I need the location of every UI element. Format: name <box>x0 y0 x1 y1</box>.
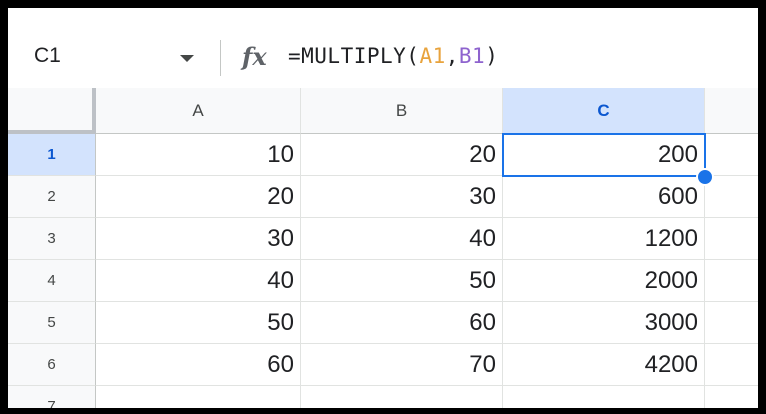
column-header-a[interactable]: A <box>96 88 301 134</box>
cell-a7[interactable] <box>96 386 301 408</box>
column-header-b[interactable]: B <box>301 88 503 134</box>
cell-d6[interactable] <box>705 344 758 386</box>
row-header-7[interactable]: 7 <box>8 386 96 408</box>
formula-ref-a1: A1 <box>419 44 446 68</box>
cell-d2[interactable] <box>705 176 758 218</box>
cell-c2[interactable]: 600 <box>503 176 705 218</box>
cell-a1[interactable]: 10 <box>96 134 301 176</box>
row-header-4[interactable]: 4 <box>8 260 96 302</box>
row-header-5[interactable]: 5 <box>8 302 96 344</box>
cell-d7[interactable] <box>705 386 758 408</box>
cell-c6[interactable]: 4200 <box>503 344 705 386</box>
formula-prefix: =MULTIPLY( <box>288 44 420 68</box>
fill-handle[interactable] <box>696 168 714 186</box>
fx-icon: fx <box>242 42 267 71</box>
cell-c5[interactable]: 3000 <box>503 302 705 344</box>
formula-comma: , <box>445 44 459 68</box>
cell-b5[interactable]: 60 <box>301 302 503 344</box>
cell-c7[interactable] <box>503 386 705 408</box>
name-box-dropdown-icon[interactable] <box>180 55 194 62</box>
cell-b3[interactable]: 40 <box>301 218 503 260</box>
cell-d4[interactable] <box>705 260 758 302</box>
cell-d3[interactable] <box>705 218 758 260</box>
column-header-d[interactable] <box>705 88 758 134</box>
formula-ref-b1: B1 <box>458 44 486 68</box>
spreadsheet-window: C1 fx =MULTIPLY(A1,B1) A B C 1 2 3 4 5 6… <box>8 8 758 408</box>
cell-c1[interactable]: 200 <box>503 134 705 176</box>
name-box[interactable]: C1 <box>34 44 61 68</box>
cell-a6[interactable]: 60 <box>96 344 301 386</box>
formula-bar: C1 fx =MULTIPLY(A1,B1) <box>8 8 758 88</box>
cell-c4[interactable]: 2000 <box>503 260 705 302</box>
column-header-c[interactable]: C <box>503 88 705 134</box>
cell-a3[interactable]: 30 <box>96 218 301 260</box>
cell-c3[interactable]: 1200 <box>503 218 705 260</box>
row-header-1[interactable]: 1 <box>8 134 96 176</box>
select-all-corner[interactable] <box>8 88 96 134</box>
formula-suffix: ) <box>485 44 499 68</box>
formula-bar-divider <box>220 40 221 76</box>
cell-a5[interactable]: 50 <box>96 302 301 344</box>
cell-b1[interactable]: 20 <box>301 134 503 176</box>
cell-d1[interactable] <box>705 134 758 176</box>
cell-b4[interactable]: 50 <box>301 260 503 302</box>
cell-a4[interactable]: 40 <box>96 260 301 302</box>
sheet-grid: A B C 1 2 3 4 5 6 7 10 20 200 20 30 600 … <box>8 88 758 408</box>
cell-b7[interactable] <box>301 386 503 408</box>
cell-b6[interactable]: 70 <box>301 344 503 386</box>
row-header-2[interactable]: 2 <box>8 176 96 218</box>
cell-a2[interactable]: 20 <box>96 176 301 218</box>
formula-input[interactable]: =MULTIPLY(A1,B1) <box>288 44 498 68</box>
row-header-3[interactable]: 3 <box>8 218 96 260</box>
row-header-6[interactable]: 6 <box>8 344 96 386</box>
cell-b2[interactable]: 30 <box>301 176 503 218</box>
cell-d5[interactable] <box>705 302 758 344</box>
